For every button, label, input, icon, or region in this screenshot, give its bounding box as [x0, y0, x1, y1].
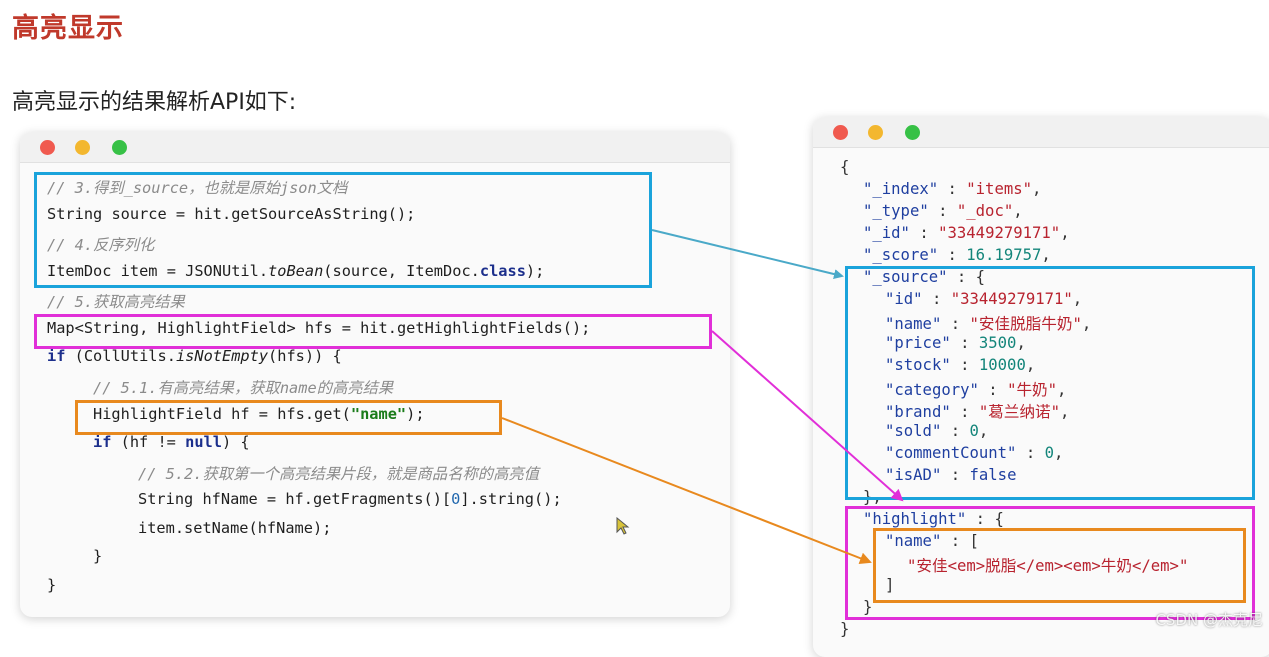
connector-arrows	[501, 229, 904, 564]
highlight-fields-arrow	[711, 330, 904, 502]
watermark: CSDN @杰克尼	[1155, 611, 1263, 629]
source-to-json-arrow	[651, 229, 844, 279]
mouse-pointer-icon	[616, 517, 630, 535]
name-highlight-arrow	[501, 417, 872, 564]
